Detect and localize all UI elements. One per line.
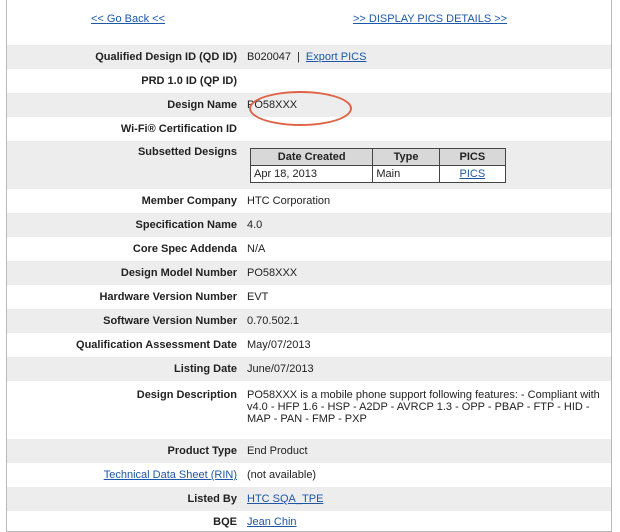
listing-details-panel: << Go Back << >> DISPLAY PICS DETAILS >>…: [6, 0, 612, 532]
description-row: Design Description PO58XXX is a mobile p…: [7, 381, 611, 437]
qd-id-row: Qualified Design ID (QD ID) B020047 | Expo…: [7, 45, 611, 69]
listed-by-label: Listed By: [187, 493, 237, 505]
type-cell: Main: [372, 165, 440, 183]
listed-by-row: Listed By HTC SQA_TPE: [7, 487, 611, 511]
column-header-date-created: Date Created: [249, 148, 374, 166]
hw-version-label: Hardware Version Number: [99, 291, 237, 303]
prd-id-label: PRD 1.0 ID (QP ID): [141, 75, 237, 87]
qd-id-value: B020047: [247, 51, 292, 63]
spec-name-label: Specification Name: [135, 219, 237, 231]
core-spec-value: N/A: [247, 243, 266, 255]
pics-link[interactable]: PICS: [460, 168, 486, 180]
display-pics-details-link[interactable]: >> DISPLAY PICS DETAILS >>: [353, 13, 507, 25]
member-company-row: Member Company HTC Corporation: [7, 189, 611, 213]
listing-date-label: Listing Date: [174, 363, 237, 375]
hw-version-row: Hardware Version Number EVT: [7, 285, 611, 309]
description-label: Design Description: [136, 389, 237, 401]
subsetted-designs-table: Date Created Type PICS Apr 18, 2013 Main…: [249, 148, 507, 183]
design-name-row: Design Name PO58XXX: [7, 93, 611, 117]
subsetted-designs-label: Subsetted Designs: [137, 146, 237, 158]
product-type-label: Product Type: [167, 445, 237, 457]
qa-date-value: May/07/2013: [247, 339, 311, 351]
subsetted-designs-row: Subsetted Designs Date Created Type PICS…: [7, 141, 611, 189]
go-back-link[interactable]: << Go Back <<: [91, 13, 165, 25]
listing-date-value: June/07/2013: [247, 363, 314, 375]
bqe-label: BQE: [213, 515, 237, 528]
design-name-value: PO58XXX: [247, 99, 298, 111]
technical-data-sheet-link[interactable]: Technical Data Sheet (RIN): [104, 469, 237, 481]
qa-date-row: Qualification Assessment Date May/07/201…: [7, 333, 611, 357]
wifi-id-row: Wi-Fi® Certification ID: [7, 117, 611, 141]
description-value: PO58XXX is a mobile phone support follow…: [247, 389, 600, 425]
date-created-cell: Apr 18, 2013: [249, 165, 374, 183]
bqe-link[interactable]: Jean Chin: [247, 516, 297, 528]
spec-name-row: Specification Name 4.0: [7, 213, 611, 237]
model-number-value: PO58XXX: [247, 267, 298, 279]
member-company-label: Member Company: [141, 195, 237, 207]
spec-name-value: 4.0: [247, 219, 263, 231]
bqe-row: BQE Jean Chin: [7, 511, 611, 532]
core-spec-row: Core Spec Addenda N/A: [7, 237, 611, 261]
qd-id-label: Qualified Design ID (QD ID): [95, 51, 237, 63]
nav-row: << Go Back << >> DISPLAY PICS DETAILS >>: [7, 0, 611, 40]
listed-by-link[interactable]: HTC SQA_TPE: [247, 493, 323, 505]
sw-version-row: Software Version Number 0.70.502.1: [7, 309, 611, 333]
sw-version-label: Software Version Number: [103, 315, 237, 327]
separator: |: [297, 51, 300, 63]
export-pics-link[interactable]: Export PICS: [306, 51, 367, 63]
qa-date-label: Qualification Assessment Date: [76, 339, 237, 351]
core-spec-label: Core Spec Addenda: [132, 243, 237, 255]
model-number-label: Design Model Number: [120, 267, 237, 279]
prd-id-row: PRD 1.0 ID (QP ID): [7, 69, 611, 93]
tech-sheet-row: Technical Data Sheet (RIN) (not availabl…: [7, 463, 611, 487]
design-name-label: Design Name: [167, 99, 237, 111]
column-header-type: Type: [372, 148, 440, 166]
member-company-value: HTC Corporation: [247, 195, 331, 207]
product-type-row: Product Type End Product: [7, 439, 611, 463]
hw-version-value: EVT: [247, 291, 269, 303]
model-number-row: Design Model Number PO58XXX: [7, 261, 611, 285]
tech-sheet-value: (not available): [247, 469, 317, 481]
column-header-pics: PICS: [438, 148, 507, 166]
wifi-id-label: Wi-Fi® Certification ID: [120, 123, 237, 135]
product-type-value: End Product: [247, 445, 308, 457]
table-row: Apr 18, 2013 Main PICS: [249, 165, 507, 183]
sw-version-value: 0.70.502.1: [247, 315, 299, 327]
listing-date-row: Listing Date June/07/2013: [7, 357, 611, 381]
